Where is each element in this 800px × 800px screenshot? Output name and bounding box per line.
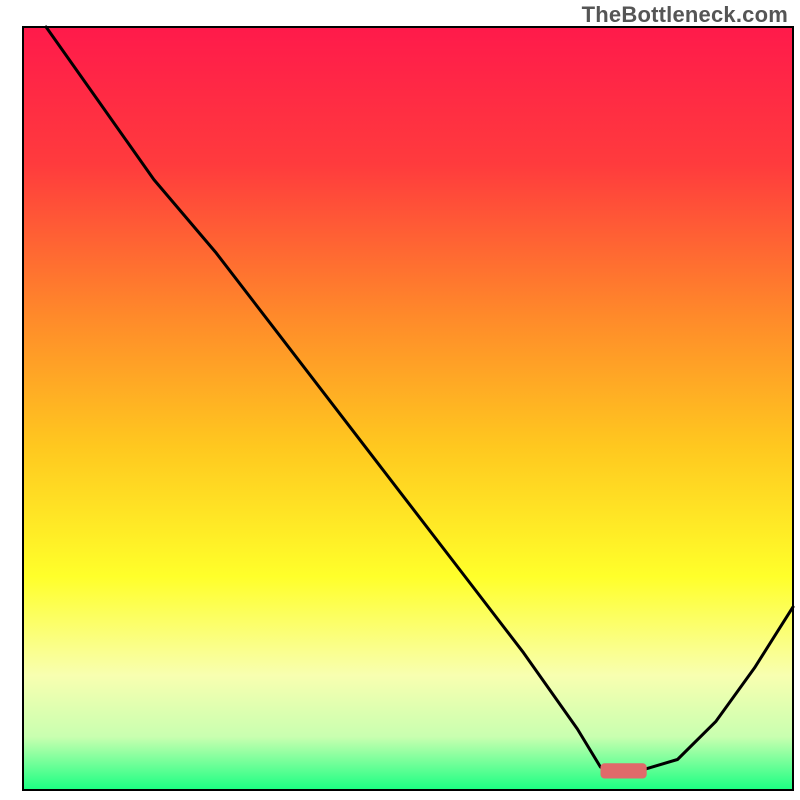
chart-container: { "watermark": "TheBottleneck.com", "cha…	[0, 0, 800, 800]
plot-background	[23, 27, 793, 790]
bottleneck-chart	[0, 0, 800, 800]
plot-area	[23, 27, 793, 790]
optimal-marker	[601, 763, 647, 778]
